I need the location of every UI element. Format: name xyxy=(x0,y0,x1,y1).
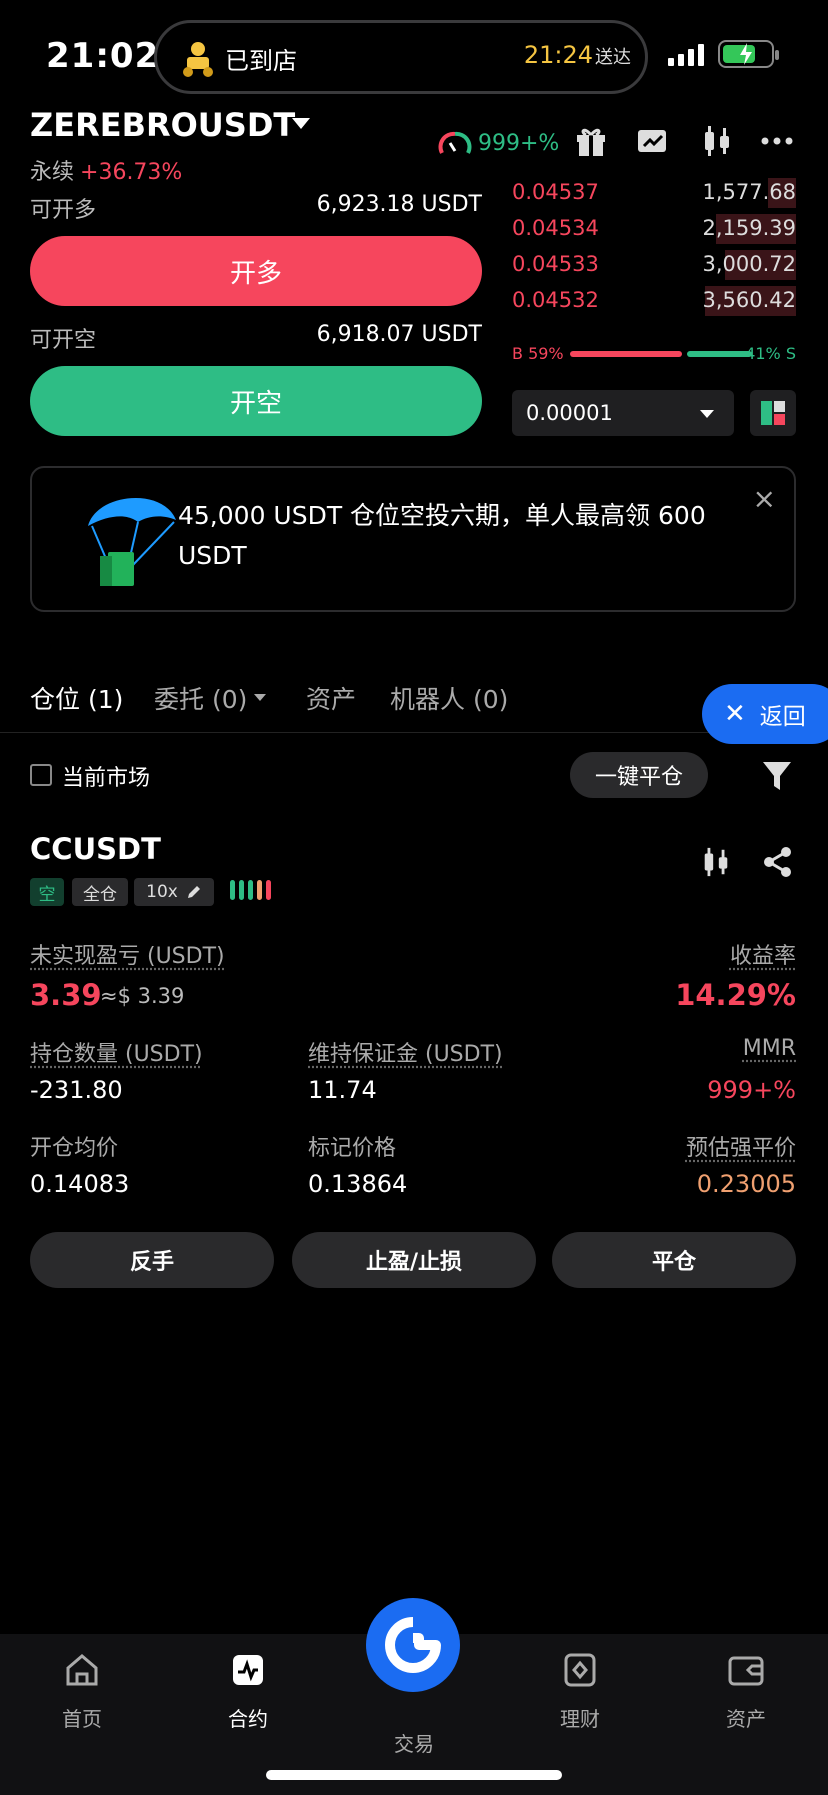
open-short-button[interactable]: 开空 xyxy=(30,366,482,436)
book-layout-icon[interactable] xyxy=(750,390,796,436)
filter-icon[interactable] xyxy=(762,760,792,792)
mmr-label[interactable]: MMR xyxy=(743,1036,796,1061)
leverage-badge[interactable]: 10x xyxy=(134,878,214,906)
current-market-label[interactable]: 当前市场 xyxy=(62,760,150,792)
back-button[interactable]: ✕ 返回 xyxy=(702,684,828,744)
island-status-text: 已到店 xyxy=(225,47,297,75)
reverse-button[interactable]: 反手 xyxy=(30,1232,274,1288)
share-icon[interactable] xyxy=(762,846,794,878)
tp-sl-button[interactable]: 止盈/止损 xyxy=(292,1232,536,1288)
open-long-button[interactable]: 开多 xyxy=(30,236,482,306)
current-market-checkbox[interactable] xyxy=(30,764,52,786)
long-available-label: 可开多 xyxy=(30,198,97,223)
pair-selector[interactable]: ZEREBROUSDT xyxy=(30,106,295,144)
nav-trade-label[interactable]: 交易 xyxy=(354,1728,474,1757)
position-symbol[interactable]: CCUSDT xyxy=(30,832,161,866)
nav-home[interactable]: 首页 xyxy=(22,1650,142,1732)
promo-text: 45,000 USDT 仓位空投六期，单人最高领 600 USDT xyxy=(178,501,706,570)
tab-bots[interactable]: 机器人 (0) xyxy=(390,680,508,716)
order-book-ask-row[interactable]: 0.04537 1,577.68 xyxy=(512,176,796,210)
signal-icon xyxy=(668,44,704,66)
nav-futures[interactable]: 合约 xyxy=(188,1650,308,1732)
close-all-button[interactable]: 一键平仓 xyxy=(570,752,708,798)
side-badge: 空 xyxy=(30,878,64,906)
edit-icon[interactable] xyxy=(186,884,202,900)
short-available-value: 6,918.07 USDT xyxy=(316,322,482,347)
nav-assets[interactable]: 资产 xyxy=(686,1650,806,1732)
futures-icon xyxy=(233,1655,263,1685)
trade-fab-button[interactable] xyxy=(366,1598,460,1692)
price-change: +36.73% xyxy=(80,160,183,185)
unrealized-pnl-usd: ≈$ 3.39 xyxy=(100,984,185,1008)
nav-earn[interactable]: 理财 xyxy=(520,1650,640,1732)
delivery-rider-icon xyxy=(183,42,213,77)
gauge-icon[interactable] xyxy=(438,129,472,157)
contract-info: 永续 +36.73% xyxy=(30,160,183,185)
close-icon[interactable]: × xyxy=(753,482,776,515)
mark-price-label: 标记价格 xyxy=(308,1136,397,1161)
order-book-ask-row[interactable]: 0.04532 3,560.42 xyxy=(512,284,796,318)
roe-label[interactable]: 收益率 xyxy=(730,938,796,970)
battery-icon xyxy=(718,40,779,68)
buy-sell-ratio: B 59% 41% S xyxy=(512,344,796,363)
candlestick-icon[interactable] xyxy=(700,846,732,878)
mmr-value: 999+% xyxy=(707,1076,796,1104)
home-indicator xyxy=(266,1770,562,1780)
mark-price-value: 0.13864 xyxy=(308,1170,408,1198)
entry-price-value: 0.14083 xyxy=(30,1170,130,1198)
maintenance-margin-value: 11.74 xyxy=(308,1076,377,1104)
unrealized-pnl-value: 3.39 xyxy=(30,978,102,1012)
home-icon xyxy=(66,1654,98,1686)
promo-banner[interactable]: 45,000 USDT 仓位空投六期，单人最高领 600 USDT × xyxy=(30,466,796,612)
gift-icon[interactable] xyxy=(574,124,608,158)
chevron-down-icon[interactable] xyxy=(292,118,310,129)
position-size-value: -231.80 xyxy=(30,1076,123,1104)
short-available-label: 可开空 xyxy=(30,328,97,353)
dynamic-island[interactable]: 已到店 21:24 送达 xyxy=(154,20,648,94)
liquidation-price-label[interactable]: 预估强平价 xyxy=(686,1130,796,1162)
candlestick-icon[interactable] xyxy=(700,124,734,158)
position-size-label[interactable]: 持仓数量 (USDT) xyxy=(30,1036,203,1068)
tab-orders[interactable]: 委托 (0) xyxy=(154,680,247,716)
card-icon[interactable] xyxy=(636,124,670,158)
tab-assets[interactable]: 资产 xyxy=(306,680,356,716)
close-position-button[interactable]: 平仓 xyxy=(552,1232,796,1288)
island-eta: 21:24 送达 xyxy=(523,41,631,69)
wallet-icon xyxy=(728,1656,764,1686)
earn-icon xyxy=(564,1653,596,1687)
risk-level-indicator xyxy=(230,880,275,904)
tab-positions[interactable]: 仓位 (1) xyxy=(30,680,123,716)
margin-mode-badge: 全仓 xyxy=(72,878,128,906)
chevron-down-icon[interactable] xyxy=(254,694,266,701)
trade-logo-icon xyxy=(385,1617,441,1673)
long-available-value: 6,923.18 USDT xyxy=(316,192,482,217)
maintenance-margin-label[interactable]: 维持保证金 (USDT) xyxy=(308,1036,503,1068)
divider xyxy=(0,732,828,733)
chevron-down-icon xyxy=(700,410,714,418)
close-icon: ✕ xyxy=(724,699,746,729)
entry-price-label: 开仓均价 xyxy=(30,1136,119,1161)
unrealized-pnl-label[interactable]: 未实现盈亏 (USDT) xyxy=(30,938,225,970)
order-book-ask-row[interactable]: 0.04533 3,000.72 xyxy=(512,248,796,282)
order-book-ask-row[interactable]: 0.04534 2,159.39 xyxy=(512,212,796,246)
roe-value: 14.29% xyxy=(675,978,796,1012)
parachute-airdrop-icon xyxy=(88,497,176,586)
price-precision-select[interactable]: 0.00001 xyxy=(512,390,734,436)
liquidation-price-value: 0.23005 xyxy=(696,1170,796,1198)
risk-gauge-value[interactable]: 999+% xyxy=(478,131,559,156)
status-time: 21:02 xyxy=(46,36,160,76)
more-icon[interactable] xyxy=(760,124,794,158)
